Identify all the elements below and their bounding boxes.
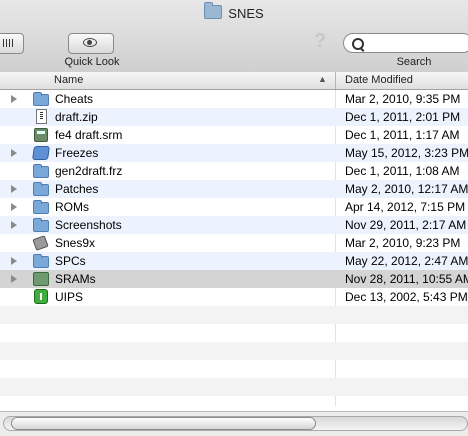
file-name: ROMs — [55, 200, 89, 214]
zip-document-icon — [36, 109, 47, 124]
file-row-selected[interactable]: SRAMs Nov 28, 2011, 10:55 AM — [0, 270, 468, 288]
folder-icon — [204, 2, 223, 19]
file-list: Cheats Mar 2, 2010, 9:35 PM draft.zip De… — [0, 90, 468, 414]
file-name: SRAMs — [55, 272, 96, 286]
disclosure-triangle-icon[interactable] — [11, 185, 17, 193]
file-date: May 15, 2012, 3:23 PM — [345, 146, 468, 160]
file-date: Nov 29, 2011, 2:17 AM — [345, 218, 467, 232]
file-row[interactable]: gen2draft.frz Dec 1, 2011, 1:08 AM — [0, 162, 468, 180]
file-date: Mar 2, 2010, 9:35 PM — [345, 92, 461, 106]
file-date: Dec 1, 2011, 2:01 PM — [345, 110, 461, 124]
file-name: SPCs — [55, 254, 86, 268]
file-date: Nov 28, 2011, 10:55 AM — [345, 272, 468, 286]
uips-app-icon — [34, 289, 48, 304]
srams-folder-icon — [33, 272, 49, 286]
name-column-header[interactable]: Name — [54, 74, 83, 86]
file-name: draft.zip — [55, 110, 98, 124]
file-date: Apr 14, 2012, 7:15 PM — [345, 200, 466, 214]
folder-icon — [33, 218, 49, 232]
frz-file-icon — [33, 164, 49, 178]
file-row[interactable]: Freezes May 15, 2012, 3:23 PM — [0, 144, 468, 162]
file-date: Mar 2, 2010, 9:23 PM — [345, 236, 461, 250]
file-date: Dec 1, 2011, 1:17 AM — [345, 128, 460, 142]
file-name: Patches — [55, 182, 99, 196]
date-modified-column-header[interactable]: Date Modified — [345, 74, 413, 86]
disclosure-triangle-icon[interactable] — [11, 203, 17, 211]
eye-icon — [83, 38, 97, 47]
file-name: Snes9x — [55, 236, 96, 250]
help-icon: ? — [314, 30, 327, 52]
file-row[interactable]: Cheats Mar 2, 2010, 9:35 PM — [0, 90, 468, 108]
disclosure-triangle-icon[interactable] — [11, 257, 17, 265]
disclosure-triangle-icon[interactable] — [11, 149, 17, 157]
search-label: Search — [396, 56, 432, 68]
file-name: fe4 draft.srm — [55, 128, 123, 142]
file-date: Dec 1, 2011, 1:08 AM — [345, 164, 460, 178]
column-divider[interactable] — [335, 72, 336, 89]
folder-icon — [33, 200, 49, 214]
empty-row — [0, 378, 468, 396]
file-name: gen2draft.frz — [55, 164, 123, 178]
file-row[interactable]: draft.zip Dec 1, 2011, 2:01 PM — [0, 108, 468, 126]
columns-icon — [3, 39, 15, 47]
file-row[interactable]: Patches May 2, 2010, 12:17 AM — [0, 180, 468, 198]
search-icon — [352, 38, 364, 50]
folder-icon — [33, 254, 49, 268]
column-header: Name ▲ Date Modified — [0, 72, 468, 90]
disclosure-triangle-icon[interactable] — [11, 221, 17, 229]
file-row[interactable]: Screenshots Nov 29, 2011, 2:17 AM — [0, 216, 468, 234]
disclosure-triangle-icon[interactable] — [11, 95, 17, 103]
file-row[interactable]: UIPS Dec 13, 2002, 5:43 PM — [0, 288, 468, 306]
file-date: May 22, 2012, 2:47 AM — [345, 254, 468, 268]
srm-file-icon — [34, 128, 48, 142]
sort-ascending-icon: ▲ — [318, 74, 327, 84]
empty-row — [0, 360, 468, 378]
file-name: Freezes — [55, 146, 99, 160]
empty-row — [0, 306, 468, 324]
window-title: SNES — [0, 2, 468, 21]
toolbar: SNES Quick Look ? Search — [0, 0, 468, 73]
empty-row — [0, 342, 468, 360]
file-row[interactable]: fe4 draft.srm Dec 1, 2011, 1:17 AM — [0, 126, 468, 144]
file-date: May 2, 2010, 12:17 AM — [345, 182, 468, 196]
disclosure-triangle-icon[interactable] — [11, 275, 17, 283]
file-row[interactable]: SPCs May 22, 2012, 2:47 AM — [0, 252, 468, 270]
freezes-folder-icon — [32, 146, 50, 160]
view-columns-button[interactable] — [0, 33, 24, 54]
search-input[interactable] — [343, 33, 468, 53]
empty-row — [0, 324, 468, 342]
window-title-text: SNES — [228, 6, 264, 21]
file-row[interactable]: ROMs Apr 14, 2012, 7:15 PM — [0, 198, 468, 216]
file-date: Dec 13, 2002, 5:43 PM — [345, 290, 468, 304]
file-name: UIPS — [55, 290, 84, 304]
horizontal-scrollbar[interactable] — [0, 411, 468, 436]
file-name: Cheats — [55, 92, 94, 106]
folder-icon — [33, 92, 49, 106]
app-icon — [32, 235, 49, 251]
scroll-thumb[interactable] — [11, 417, 316, 430]
folder-icon — [33, 182, 49, 196]
quick-look-label: Quick Look — [64, 56, 120, 68]
file-name: Screenshots — [55, 218, 122, 232]
quick-look-button[interactable] — [68, 33, 114, 54]
file-row[interactable]: Snes9x Mar 2, 2010, 9:23 PM — [0, 234, 468, 252]
